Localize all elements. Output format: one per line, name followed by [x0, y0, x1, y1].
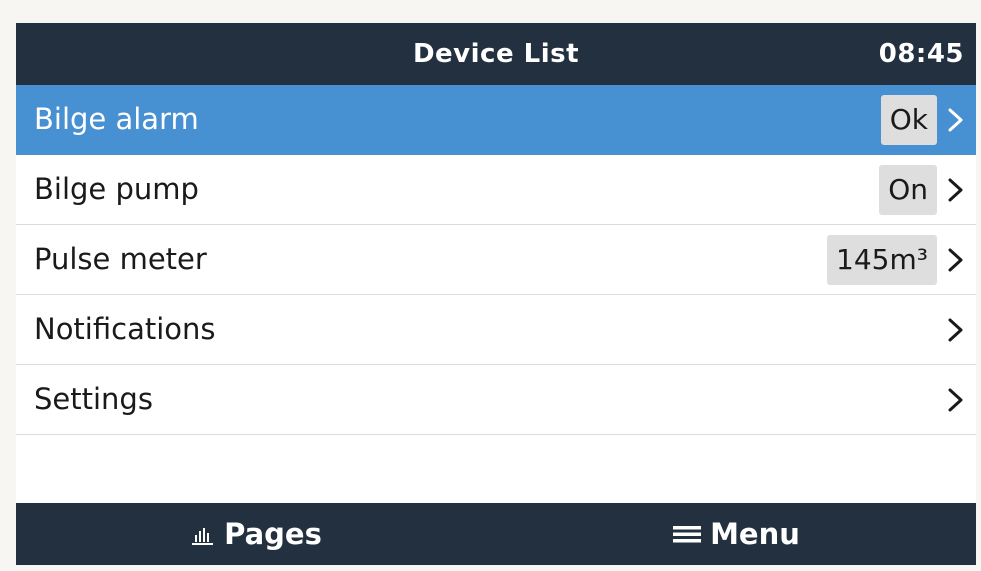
chevron-right-icon: [948, 178, 963, 202]
header-bar: Device List 08:45: [16, 23, 976, 85]
chevron-right-icon: [948, 108, 963, 132]
device-list: Bilge alarm Ok Bilge pump On Pulse meter…: [16, 85, 976, 435]
chevron-right-icon: [948, 318, 963, 342]
list-item-label: Pulse meter: [34, 242, 207, 276]
list-item-settings[interactable]: Settings: [16, 365, 976, 435]
list-item-pulse-meter[interactable]: Pulse meter 145m³: [16, 225, 976, 295]
list-item-label: Bilge alarm: [34, 102, 199, 136]
value-badge: 145m³: [827, 235, 937, 285]
list-item-notifications[interactable]: Notifications: [16, 295, 976, 365]
clock: 08:45: [878, 39, 964, 69]
chevron-right-icon: [948, 248, 963, 272]
bar-chart-icon: [192, 528, 214, 545]
list-item-bilge-alarm[interactable]: Bilge alarm Ok: [16, 85, 976, 155]
menu-label: Menu: [710, 517, 800, 551]
device-list-screen: Device List 08:45 Bilge alarm Ok Bilge p…: [16, 23, 976, 565]
list-item-bilge-pump[interactable]: Bilge pump On: [16, 155, 976, 225]
status-badge: Ok: [880, 95, 937, 145]
list-item-label: Bilge pump: [34, 172, 199, 206]
page-title: Device List: [412, 39, 580, 69]
footer-bar: Pages Menu: [16, 503, 976, 565]
menu-button[interactable]: Menu: [496, 503, 976, 565]
list-item-label: Notifications: [34, 312, 216, 346]
chevron-right-icon: [948, 388, 963, 412]
pages-button[interactable]: Pages: [16, 503, 496, 565]
status-badge: On: [879, 165, 937, 215]
list-item-label: Settings: [34, 382, 153, 416]
hamburger-menu-icon: [673, 526, 702, 543]
pages-label: Pages: [224, 517, 322, 551]
